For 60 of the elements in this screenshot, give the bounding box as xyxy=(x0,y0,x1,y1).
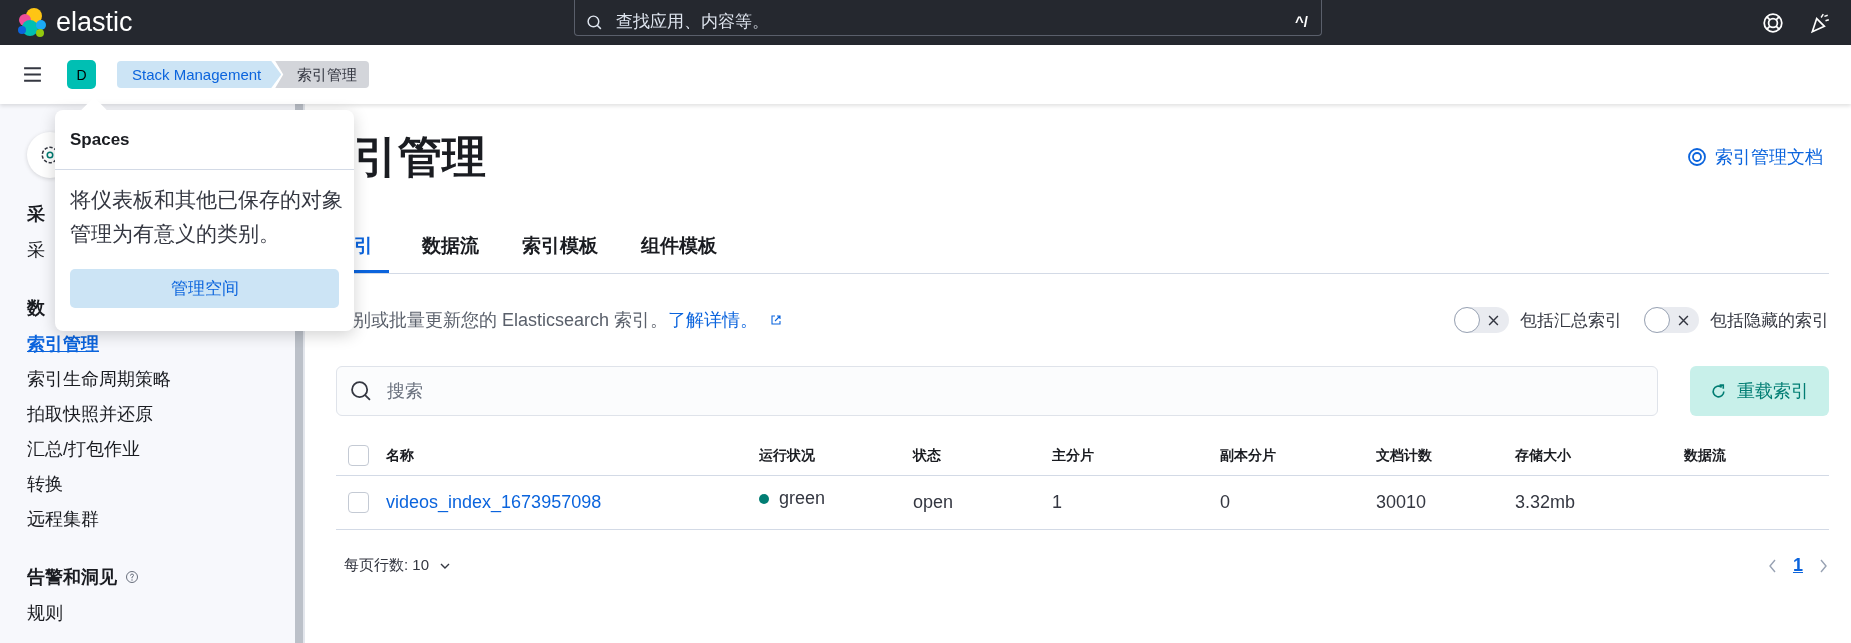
section-heading: 数 xyxy=(27,297,45,320)
nav-link[interactable]: 远程集群 xyxy=(27,506,295,541)
search-icon xyxy=(586,14,603,31)
page-title: 引管理 xyxy=(354,130,486,183)
toggle-label: 包括隐藏的索引 xyxy=(1710,309,1829,332)
toggle-switch[interactable] xyxy=(1454,307,1509,333)
party-popper-icon[interactable] xyxy=(1809,11,1831,34)
column-header[interactable]: 主分片 xyxy=(1052,446,1094,465)
tab[interactable]: 数据流 xyxy=(422,221,479,273)
table-cell: open xyxy=(913,492,954,513)
description: 别或批量更新您的 Elasticsearch 索引。了解详情。 xyxy=(353,308,783,332)
column-header[interactable]: 存储大小 xyxy=(1515,446,1571,465)
docs-link[interactable]: 索引管理文档 xyxy=(1687,145,1823,169)
help-icon xyxy=(1687,147,1707,167)
cross-icon xyxy=(1678,314,1689,326)
nav-link[interactable]: 转换 xyxy=(27,471,295,506)
nav-link[interactable]: 汇总/打包作业 xyxy=(27,436,295,471)
learn-more-link[interactable]: 了解详情。 xyxy=(668,310,783,330)
column-header[interactable]: 名称 xyxy=(386,446,414,465)
tab[interactable]: 组件模板 xyxy=(641,221,717,273)
nav-link[interactable]: 规则 xyxy=(27,600,295,635)
space-avatar[interactable]: D xyxy=(67,60,96,89)
cross-icon xyxy=(1488,314,1499,326)
checkbox[interactable] xyxy=(348,492,369,513)
breadcrumb[interactable]: 索引管理 xyxy=(275,61,370,88)
table-cell: 30010 xyxy=(1376,492,1427,513)
section-heading: 告警和洞见 xyxy=(27,566,117,589)
column-header[interactable]: 文档计数 xyxy=(1376,446,1432,465)
toggle-label: 包括汇总索引 xyxy=(1520,309,1622,332)
index-link[interactable]: videos_index_1673957098 xyxy=(386,492,602,513)
table-cell: 0 xyxy=(1220,492,1230,513)
nav-link[interactable]: 拍取快照并还原 xyxy=(27,401,295,436)
column-header[interactable]: 运行状况 xyxy=(759,446,815,465)
popover-title: Spaces xyxy=(55,110,354,170)
nav-link[interactable]: 索引生命周期策略 xyxy=(27,366,295,401)
tab[interactable]: 索引模板 xyxy=(522,221,598,273)
nav-link[interactable]: 索引管理 xyxy=(27,331,295,366)
column-header[interactable]: 数据流 xyxy=(1684,446,1726,465)
page-link[interactable]: 1 xyxy=(1793,555,1803,576)
table-cell: 3.32mb xyxy=(1515,492,1576,513)
toggle-switch[interactable] xyxy=(1644,307,1699,333)
breadcrumb[interactable]: Stack Management xyxy=(117,61,282,88)
column-header[interactable]: 状态 xyxy=(913,446,941,465)
menu-icon[interactable] xyxy=(22,64,43,85)
search-icon xyxy=(350,380,372,402)
rows-per-page-button[interactable]: 每页行数: 10 xyxy=(336,552,460,579)
column-header[interactable]: 副本分片 xyxy=(1220,446,1276,465)
table-cell: 1 xyxy=(1052,492,1062,513)
checkbox[interactable] xyxy=(348,445,369,466)
logo-icon[interactable] xyxy=(16,6,48,39)
reload-button[interactable]: 重载索引 xyxy=(1690,366,1829,416)
section-heading: 采 xyxy=(27,203,45,226)
question-icon[interactable] xyxy=(125,570,139,584)
external-link-icon xyxy=(770,314,783,326)
table-cell: green xyxy=(779,488,826,509)
refresh-icon xyxy=(1710,382,1727,400)
help-icon[interactable] xyxy=(1762,11,1784,34)
logo-text[interactable]: elastic xyxy=(56,7,133,38)
manage-spaces-button[interactable]: 管理空间 xyxy=(70,269,339,308)
shortcut-hint: ^/ xyxy=(1295,13,1308,30)
